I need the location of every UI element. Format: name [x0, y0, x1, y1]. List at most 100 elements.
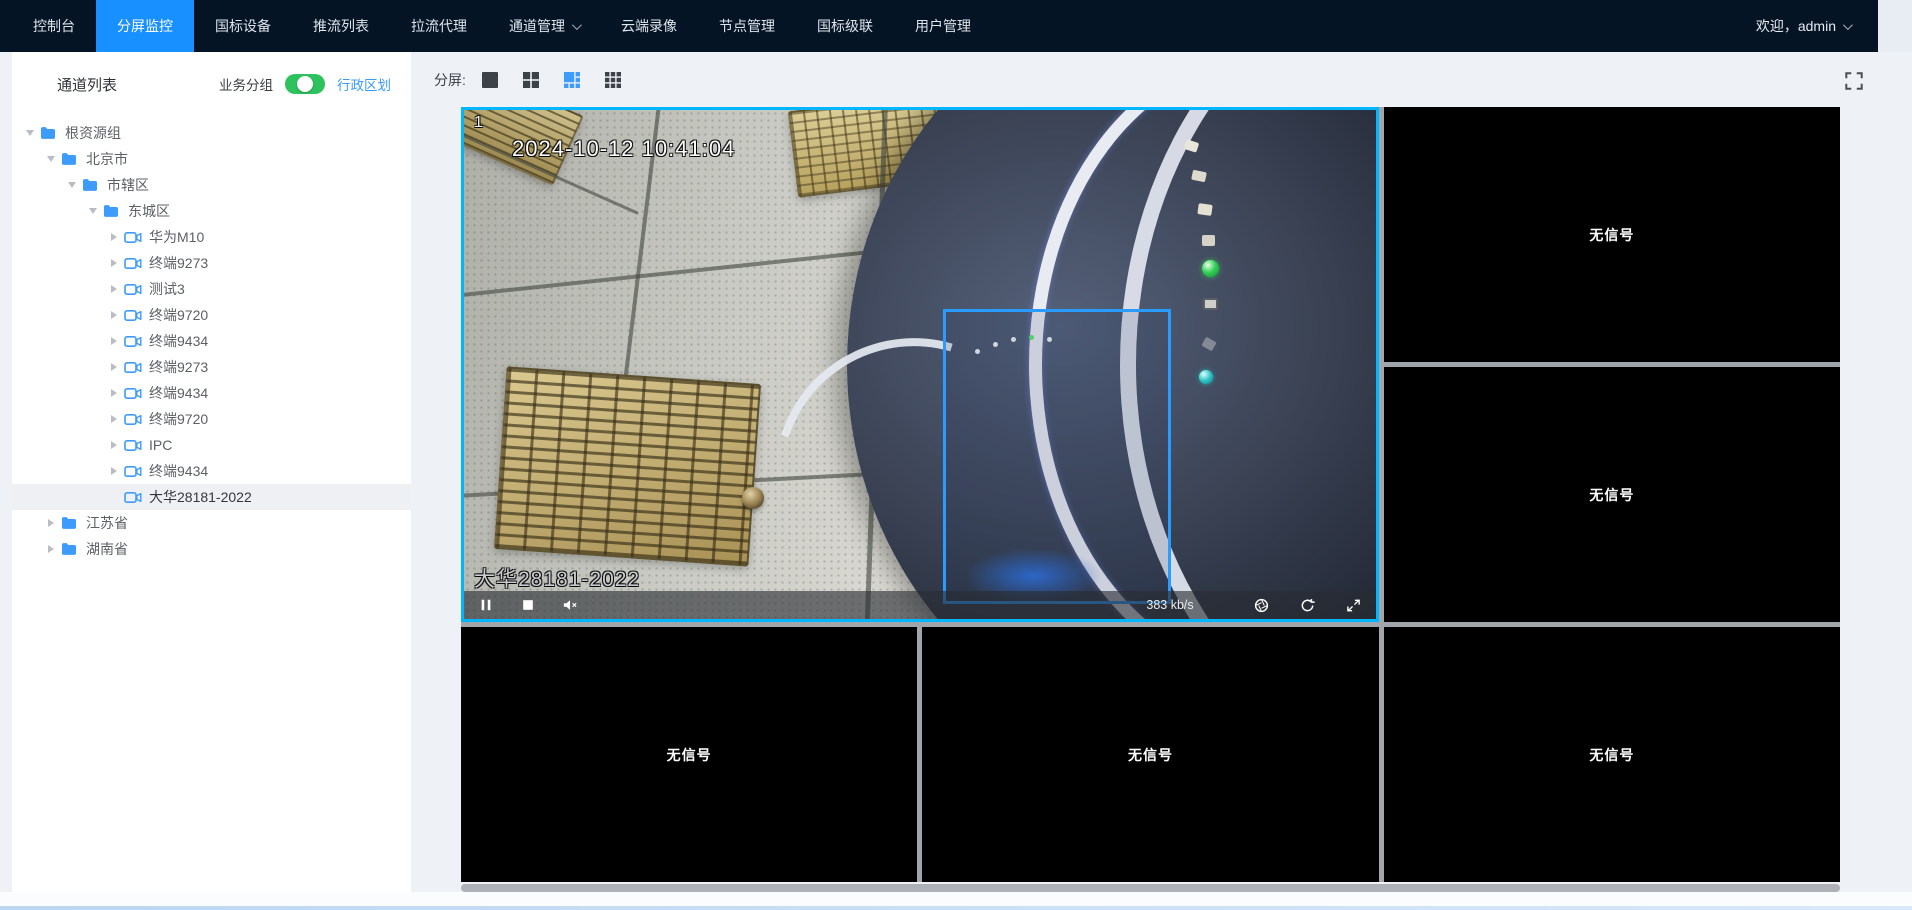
split-6-button[interactable] [562, 70, 582, 90]
tree-node-channel[interactable]: 终端9720 [12, 406, 411, 432]
tree-caret-icon[interactable] [64, 182, 80, 188]
tree-node-label: IPC [149, 437, 172, 453]
region-mode-link[interactable]: 行政区划 [337, 74, 391, 94]
stop-button[interactable] [520, 597, 536, 613]
camera-icon [124, 255, 142, 271]
nav-item-4[interactable]: 推流列表 [292, 0, 390, 52]
tree-caret-icon[interactable] [106, 415, 122, 423]
camera-icon [124, 463, 142, 479]
tree-node-label: 华为M10 [149, 227, 204, 247]
video-pane-1[interactable]: 1 2024-10-12 10:41:04 大华28181-2022 38 [461, 107, 1379, 622]
tree-node-channel[interactable]: 终端9434 [12, 458, 411, 484]
tree-caret-icon[interactable] [85, 208, 101, 214]
video-pane-5[interactable]: 无信号 [922, 627, 1378, 882]
tree-node-channel[interactable]: 测试3 [12, 276, 411, 302]
tree-caret-icon[interactable] [43, 545, 59, 553]
player-control-bar: 383 kb/s [464, 591, 1376, 619]
pause-button[interactable] [478, 597, 494, 613]
camera-icon [124, 437, 142, 453]
tree-node-channel[interactable]: 终端9434 [12, 380, 411, 406]
tree-node-folder[interactable]: 根资源组 [12, 120, 411, 146]
tree-caret-icon[interactable] [106, 285, 122, 293]
camera-icon [124, 333, 142, 349]
nav-item-label: 分屏监控 [117, 16, 173, 36]
nav-item-2[interactable]: 分屏监控 [96, 0, 194, 52]
nav-item-9[interactable]: 国标级联 [796, 0, 894, 52]
split-9-button[interactable] [603, 70, 623, 90]
nav-item-3[interactable]: 国标设备 [194, 0, 292, 52]
snapshot-icon [1254, 598, 1269, 613]
tree-node-folder[interactable]: 江苏省 [12, 510, 411, 536]
tree-caret-icon[interactable] [106, 233, 122, 241]
tree-node-label: 根资源组 [65, 123, 121, 143]
tree-node-folder[interactable]: 湖南省 [12, 536, 411, 562]
screen-button [1202, 235, 1215, 246]
tree-caret-icon[interactable] [106, 259, 122, 267]
chevron-down-icon [1843, 20, 1853, 30]
tree-caret-icon[interactable] [43, 519, 59, 527]
split-9-icon [603, 70, 623, 90]
channel-sidebar: 通道列表 业务分组 行政区划 根资源组北京市市辖区东城区华为M10终端9273测… [12, 52, 411, 896]
nav-item-5[interactable]: 拉流代理 [390, 0, 488, 52]
tree-node-folder[interactable]: 市辖区 [12, 172, 411, 198]
video-pane-4[interactable]: 无信号 [461, 627, 917, 882]
nav-item-10[interactable]: 用户管理 [894, 0, 992, 52]
split-6-icon [562, 70, 582, 90]
nav-item-7[interactable]: 云端录像 [600, 0, 698, 52]
green-led [1202, 260, 1219, 277]
speaker-muted-icon [562, 598, 578, 612]
ceiling-fixture [742, 487, 764, 509]
tree-node-label: 终端9273 [149, 357, 208, 377]
video-pane-2[interactable]: 无信号 [1384, 107, 1840, 362]
folder-icon [61, 515, 79, 531]
snapshot-button[interactable] [1254, 597, 1270, 613]
fullscreen-icon [1843, 70, 1865, 92]
camera-icon [124, 307, 142, 323]
split-4-button[interactable] [521, 70, 541, 90]
nav-item-1[interactable]: 控制台 [12, 0, 96, 52]
sidebar-header: 通道列表 业务分组 行政区划 [12, 52, 411, 116]
tree-node-channel[interactable]: 终端9434 [12, 328, 411, 354]
expand-icon [1346, 598, 1361, 613]
pane-fullscreen-button[interactable] [1346, 597, 1362, 613]
video-pane-6[interactable]: 无信号 [1384, 627, 1840, 882]
tree-node-folder[interactable]: 东城区 [12, 198, 411, 224]
tree-caret-icon[interactable] [106, 311, 122, 319]
tree-caret-icon[interactable] [106, 363, 122, 371]
tree-node-channel[interactable]: 终端9273 [12, 354, 411, 380]
nav-item-label: 控制台 [33, 16, 75, 36]
nav-item-6[interactable]: 通道管理 [488, 0, 600, 52]
tree-caret-icon[interactable] [106, 467, 122, 475]
video-pane-3[interactable]: 无信号 [1384, 367, 1840, 622]
tree-node-channel[interactable]: 大华28181-2022 [12, 484, 411, 510]
tree-node-channel[interactable]: IPC [12, 432, 411, 458]
user-menu[interactable]: 欢迎，admin [1756, 0, 1878, 52]
tree-node-label: 北京市 [86, 149, 128, 169]
tree-node-channel[interactable]: 终端9720 [12, 302, 411, 328]
horizontal-scrollbar[interactable] [461, 884, 1840, 892]
folder-icon [61, 151, 79, 167]
camera-icon [124, 359, 142, 375]
camera-icon [124, 229, 142, 245]
mute-button[interactable] [562, 597, 578, 613]
no-signal-label: 无信号 [1589, 485, 1634, 505]
tree-caret-icon[interactable] [22, 130, 38, 136]
tree-caret-icon[interactable] [106, 441, 122, 449]
tree-caret-icon[interactable] [106, 337, 122, 345]
sidebar-title: 通道列表 [57, 74, 117, 95]
screen-dot [1011, 337, 1016, 342]
tree-node-channel[interactable]: 终端9273 [12, 250, 411, 276]
tree-node-channel[interactable]: 华为M10 [12, 224, 411, 250]
group-toggle[interactable] [285, 74, 325, 94]
tree-caret-icon[interactable] [43, 156, 59, 162]
tree-node-folder[interactable]: 北京市 [12, 146, 411, 172]
tree-caret-icon[interactable] [106, 389, 122, 397]
refresh-icon [1300, 598, 1315, 613]
screen-dot [975, 349, 980, 354]
chevron-down-icon [572, 20, 582, 30]
refresh-button[interactable] [1300, 597, 1316, 613]
screen-button [1197, 203, 1212, 216]
nav-item-8[interactable]: 节点管理 [698, 0, 796, 52]
split-1-button[interactable] [480, 70, 500, 90]
fullscreen-button[interactable] [1843, 70, 1865, 92]
